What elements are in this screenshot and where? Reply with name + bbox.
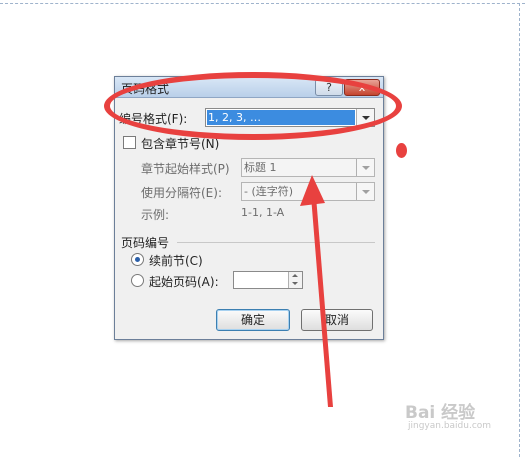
cancel-button[interactable]: 取消 (301, 309, 373, 331)
separator-value: - (连字符) (244, 185, 294, 198)
continue-label: 续前节(C) (149, 254, 203, 268)
page-numbering-group-label: 页码编号 (121, 236, 170, 250)
chapter-start-style-value: 标题 1 (244, 161, 277, 174)
group-divider (177, 242, 375, 243)
continue-radio[interactable] (131, 253, 144, 266)
watermark-logo: Bai 经验 (405, 403, 476, 423)
watermark-url: jingyan.baidu.com (408, 421, 492, 431)
page-right-dashed-border (519, 3, 520, 457)
separator-label: 使用分隔符(E): (141, 186, 222, 200)
ok-button[interactable]: 确定 (216, 309, 290, 331)
example-value: 1-1, 1-A (241, 206, 285, 219)
start-at-label: 起始页码(A): (149, 275, 219, 289)
chapter-start-style-select[interactable]: 标题 1 (241, 158, 375, 177)
start-at-stepper[interactable] (233, 271, 303, 289)
annotation-ellipse (104, 72, 402, 140)
annotation-dot (396, 143, 407, 158)
example-label: 示例: (141, 208, 170, 222)
page-top-dashed-border (0, 3, 525, 4)
chapter-start-style-label: 章节起始样式(P) (141, 162, 230, 176)
stepper-buttons (288, 272, 302, 288)
start-at-radio[interactable] (131, 274, 144, 287)
chevron-down-icon[interactable] (356, 159, 374, 176)
chevron-down-icon[interactable] (356, 183, 374, 200)
separator-select[interactable]: - (连字符) (241, 182, 375, 201)
include-chapter-checkbox[interactable] (123, 136, 136, 149)
